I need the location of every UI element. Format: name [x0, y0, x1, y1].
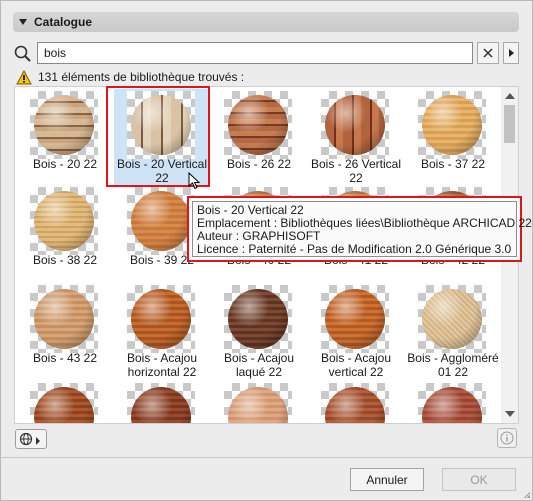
material-sphere-image: [422, 95, 482, 155]
material-label: Bois - Aggloméré 01 22: [407, 351, 499, 379]
material-label: Bois - 26 Vertical 22: [310, 157, 402, 185]
material-tile[interactable]: [308, 381, 404, 423]
material-sphere-image: [422, 387, 482, 423]
material-label: Bois - Acajou laqué 22: [223, 351, 295, 379]
material-sphere-image: [228, 387, 288, 423]
material-tile[interactable]: Bois - 26 22: [211, 89, 307, 185]
search-input[interactable]: bois: [37, 42, 473, 64]
material-sphere-image: [131, 387, 191, 423]
tooltip-license: Licence : Paternité - Pas de Modificatio…: [197, 242, 512, 256]
material-sphere-image: [228, 95, 288, 155]
material-tile[interactable]: Bois - Aggloméré 01 22: [405, 283, 501, 379]
material-tile[interactable]: Bois - Acajou vertical 22: [308, 283, 404, 379]
material-tile[interactable]: Bois - 26 Vertical 22: [308, 89, 404, 185]
material-tile[interactable]: Bois - Acajou laqué 22: [211, 283, 307, 379]
material-sphere-image: [34, 95, 94, 155]
material-sphere-image: [325, 95, 385, 155]
ok-button[interactable]: OK: [442, 468, 516, 491]
material-thumbnail: [418, 91, 486, 159]
material-label: Bois - 20 22: [32, 157, 98, 171]
scroll-up-arrow-icon[interactable]: [505, 93, 515, 99]
clear-search-button[interactable]: [477, 42, 499, 64]
material-thumbnail: [418, 383, 486, 423]
close-icon: [483, 48, 493, 58]
material-sphere-image: [131, 191, 191, 251]
material-label: Bois - 26 22: [226, 157, 292, 171]
material-sphere-image: [34, 289, 94, 349]
material-thumbnail: [321, 383, 389, 423]
info-icon: [500, 431, 514, 445]
scroll-down-arrow-icon[interactable]: [505, 411, 515, 417]
material-sphere-image: [34, 387, 94, 423]
material-tile[interactable]: [114, 381, 210, 423]
material-tile[interactable]: Bois - 37 22: [405, 89, 501, 185]
material-sphere-image: [131, 289, 191, 349]
mouse-cursor-icon: [188, 172, 201, 190]
material-tile[interactable]: Bois - 43 22: [17, 283, 113, 379]
material-sphere-image: [422, 289, 482, 349]
material-sphere-image: [34, 191, 94, 251]
material-thumbnail: [30, 285, 98, 353]
material-sphere-image: [228, 289, 288, 349]
results-count-text: 131 éléments de bibliothèque trouvés :: [38, 70, 245, 84]
footer-divider: [0, 457, 533, 458]
material-tile[interactable]: Bois - 38 22: [17, 185, 113, 281]
material-tile[interactable]: [405, 381, 501, 423]
catalogue-section-header[interactable]: Catalogue: [13, 12, 519, 32]
item-info-tooltip: Bois - 20 Vertical 22 Emplacement : Bibl…: [187, 196, 532, 262]
material-thumbnail: [127, 187, 195, 255]
material-tile[interactable]: [211, 381, 307, 423]
material-tile[interactable]: Bois - 20 22: [17, 89, 113, 185]
globe-menu-button[interactable]: [15, 429, 47, 449]
material-tile[interactable]: Bois - Acajou horizontal 22: [114, 283, 210, 379]
arrow-right-icon: [508, 49, 514, 57]
search-icon: [13, 44, 33, 64]
material-thumbnail: [321, 285, 389, 353]
info-button[interactable]: [497, 428, 517, 448]
section-title: Catalogue: [34, 15, 93, 29]
results-summary: 131 éléments de bibliothèque trouvés :: [16, 69, 244, 85]
search-options-button[interactable]: [503, 42, 519, 64]
material-thumbnail: [30, 383, 98, 423]
material-label: Bois - 43 22: [32, 351, 98, 365]
material-label: Bois - Acajou vertical 22: [320, 351, 392, 379]
material-thumbnail: [321, 91, 389, 159]
scroll-thumb[interactable]: [504, 105, 515, 143]
material-thumbnail: [224, 91, 292, 159]
material-thumbnail: [127, 383, 195, 423]
material-label: Bois - Acajou horizontal 22: [126, 351, 198, 379]
material-thumbnail: [127, 285, 195, 353]
material-thumbnail: [224, 383, 292, 423]
warning-icon: [16, 69, 32, 84]
material-label: Bois - 38 22: [32, 253, 98, 267]
material-tile[interactable]: [17, 381, 113, 423]
globe-icon: [19, 432, 40, 446]
material-thumbnail: [30, 187, 98, 255]
material-sphere-image: [325, 387, 385, 423]
material-thumbnail: [30, 91, 98, 159]
material-thumbnail: [224, 285, 292, 353]
resize-grip-icon[interactable]: [522, 490, 530, 498]
material-sphere-image: [325, 289, 385, 349]
material-label: Bois - 37 22: [420, 157, 486, 171]
cancel-button[interactable]: Annuler: [350, 468, 424, 491]
material-thumbnail: [418, 285, 486, 353]
collapse-triangle-icon[interactable]: [19, 19, 27, 25]
